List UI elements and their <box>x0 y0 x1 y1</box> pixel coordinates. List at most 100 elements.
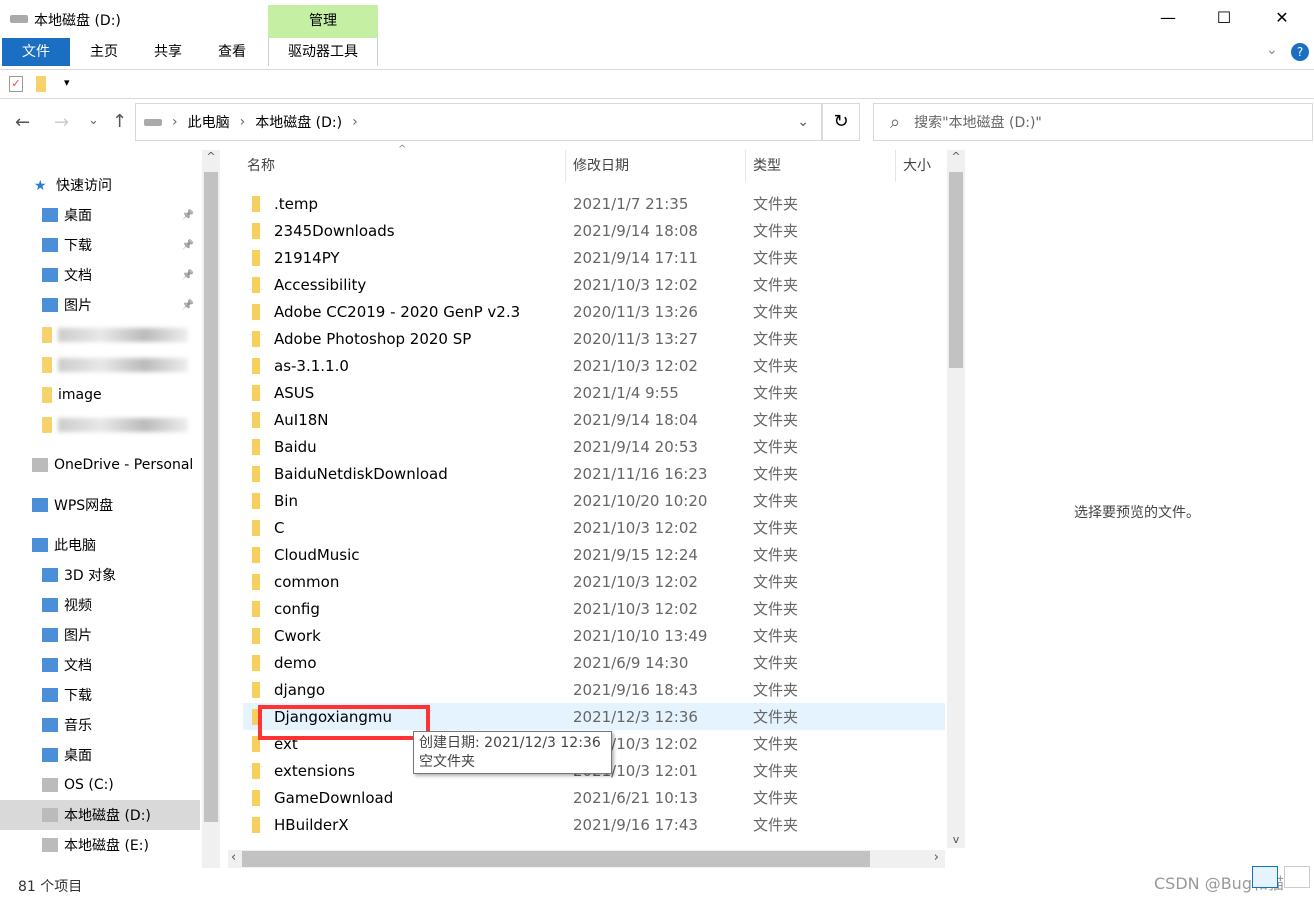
sidebar-item[interactable] <box>0 350 200 380</box>
column-header-size[interactable]: 大小 <box>896 150 946 182</box>
sidebar-item[interactable]: 下载 <box>0 680 200 710</box>
sidebar-item[interactable]: 音乐 <box>0 710 200 740</box>
close-button[interactable]: ✕ <box>1272 8 1292 27</box>
sidebar-item[interactable] <box>0 410 200 440</box>
file-row[interactable]: Accessibility 2021/10/3 12:02 文件夹 <box>243 271 945 298</box>
file-name: Accessibility <box>274 275 367 294</box>
maximize-button[interactable]: ☐ <box>1214 8 1234 27</box>
divider <box>0 98 1314 99</box>
back-button[interactable]: ← <box>15 112 30 133</box>
hscrollbar-thumb[interactable] <box>242 851 870 867</box>
file-row[interactable]: Adobe Photoshop 2020 SP 2020/11/3 13:27 文件… <box>243 325 945 352</box>
sidebar-item[interactable]: image <box>0 380 200 410</box>
sidebar-item[interactable]: 本地磁盘 (D:) <box>0 800 200 830</box>
large-icons-view-button[interactable] <box>1284 866 1310 888</box>
file-row[interactable]: Adobe CC2019 - 2020 GenP v2.3 2020/11/3 1… <box>243 298 945 325</box>
pin-icon[interactable]: 📌 <box>182 210 194 221</box>
sidebar-item[interactable]: 图片 📌 <box>0 290 200 320</box>
sidebar-item[interactable]: 3D 对象 <box>0 560 200 590</box>
tab-home[interactable]: 主页 <box>72 38 136 66</box>
pictures-icon <box>42 298 58 312</box>
sidebar-item-label: 桌面 <box>64 748 92 764</box>
file-date: 2020/11/3 13:26 <box>573 302 698 321</box>
file-row[interactable]: ASUS 2021/1/4 9:55 文件夹 <box>243 379 945 406</box>
sidebar-item[interactable]: 文档 <box>0 650 200 680</box>
file-row[interactable]: .temp 2021/1/7 21:35 文件夹 <box>243 190 945 217</box>
file-row[interactable]: GameDownload 2021/6/21 10:13 文件夹 <box>243 784 945 811</box>
file-row[interactable]: django 2021/9/16 18:43 文件夹 <box>243 676 945 703</box>
sidebar-item[interactable] <box>0 320 200 350</box>
file-row[interactable]: Baidu 2021/9/14 20:53 文件夹 <box>243 433 945 460</box>
file-row[interactable]: CloudMusic 2021/9/15 12:24 文件夹 <box>243 541 945 568</box>
desktop-icon <box>42 748 58 762</box>
folder-icon <box>42 417 52 433</box>
file-row[interactable]: 21914PY 2021/9/14 17:11 文件夹 <box>243 244 945 271</box>
new-folder-icon[interactable] <box>36 76 46 92</box>
file-list-vscrollbar[interactable]: ^ v <box>947 150 965 848</box>
file-name: CloudMusic <box>274 545 360 564</box>
file-row[interactable]: as-3.1.1.0 2021/10/3 12:02 文件夹 <box>243 352 945 379</box>
folder-icon <box>252 438 260 455</box>
file-row[interactable]: demo 2021/6/9 14:30 文件夹 <box>243 649 945 676</box>
address-dropdown[interactable]: ⌄ <box>797 114 809 130</box>
column-header-date[interactable]: 修改日期 <box>566 150 746 182</box>
sidebar-item[interactable]: OS (C:) <box>0 770 200 800</box>
help-button[interactable]: ? <box>1291 43 1309 61</box>
breadcrumb-this-pc[interactable]: 此电脑 <box>188 112 230 132</box>
address-bar[interactable]: › 此电脑 › 本地磁盘 (D:) › ⌄ <box>135 103 822 141</box>
sidebar-item[interactable]: ★ 快速访问 <box>0 170 200 200</box>
tab-view[interactable]: 查看 <box>200 38 264 66</box>
desktop-icon <box>42 208 58 222</box>
pin-icon[interactable]: 📌 <box>182 270 194 281</box>
details-view-button[interactable] <box>1252 866 1278 888</box>
nav-scrollbar[interactable]: ^ <box>202 150 220 868</box>
sidebar-item[interactable]: 图片 <box>0 620 200 650</box>
file-date: 2021/10/3 12:02 <box>573 599 698 618</box>
pin-icon[interactable]: 📌 <box>182 300 194 311</box>
file-row[interactable]: Bin 2021/10/20 10:20 文件夹 <box>243 487 945 514</box>
minimize-button[interactable]: — <box>1158 8 1178 27</box>
file-row[interactable]: common 2021/10/3 12:02 文件夹 <box>243 568 945 595</box>
file-name: GameDownload <box>274 788 394 807</box>
sidebar-item[interactable]: 此电脑 <box>0 530 200 560</box>
properties-icon[interactable]: ✓ <box>9 76 23 92</box>
expand-ribbon-button[interactable]: ⌄ <box>1266 42 1278 58</box>
file-row[interactable]: C 2021/10/3 12:02 文件夹 <box>243 514 945 541</box>
file-date: 2020/11/3 13:27 <box>573 329 698 348</box>
file-row[interactable]: HBuilderX 2021/9/16 17:43 文件夹 <box>243 811 945 838</box>
recent-locations-button[interactable]: ⌄ <box>88 113 99 128</box>
folder-icon <box>252 330 260 347</box>
up-button[interactable]: ↑ <box>112 111 127 132</box>
tab-drive-tools[interactable]: 驱动器工具 <box>268 38 378 66</box>
pin-icon[interactable]: 📌 <box>182 240 194 251</box>
forward-button[interactable]: → <box>54 112 69 133</box>
file-name: BaiduNetdiskDownload <box>274 464 448 483</box>
file-row[interactable]: AuI18N 2021/9/14 18:04 文件夹 <box>243 406 945 433</box>
sidebar-item[interactable]: 下载 📌 <box>0 230 200 260</box>
file-name: Adobe CC2019 - 2020 GenP v2.3 <box>274 302 521 321</box>
file-type: 文件夹 <box>753 789 799 807</box>
file-list-hscrollbar[interactable]: ‹ › <box>228 850 945 868</box>
tab-file[interactable]: 文件 <box>2 38 70 66</box>
sidebar-item[interactable]: 文档 📌 <box>0 260 200 290</box>
file-row[interactable]: 2345Downloads 2021/9/14 18:08 文件夹 <box>243 217 945 244</box>
vscrollbar-thumb[interactable] <box>949 172 963 368</box>
sidebar-item[interactable]: WPS网盘 <box>0 490 200 520</box>
file-row[interactable]: BaiduNetdiskDownload 2021/11/16 16:23 文件夹 <box>243 460 945 487</box>
tab-share[interactable]: 共享 <box>136 38 200 66</box>
folder-icon <box>42 327 52 343</box>
file-row[interactable]: config 2021/10/3 12:02 文件夹 <box>243 595 945 622</box>
sidebar-item[interactable]: 本地磁盘 (E:) <box>0 830 200 860</box>
sidebar-item[interactable]: OneDrive - Personal <box>0 450 200 480</box>
refresh-button[interactable]: ↻ <box>822 103 860 141</box>
sidebar-item[interactable]: 视频 <box>0 590 200 620</box>
file-row[interactable]: Cwork 2021/10/10 13:49 文件夹 <box>243 622 945 649</box>
breadcrumb-d-drive[interactable]: 本地磁盘 (D:) <box>255 112 342 132</box>
search-input[interactable]: ⌕ 搜索"本地磁盘 (D:)" <box>873 103 1313 141</box>
sidebar-item[interactable]: 桌面 📌 <box>0 200 200 230</box>
file-type: 文件夹 <box>753 411 799 429</box>
column-header-type[interactable]: 类型 <box>746 150 896 182</box>
customize-toolbar-button[interactable]: ▾ <box>64 76 70 89</box>
nav-scrollbar-thumb[interactable] <box>204 172 218 822</box>
sidebar-item[interactable]: 桌面 <box>0 740 200 770</box>
